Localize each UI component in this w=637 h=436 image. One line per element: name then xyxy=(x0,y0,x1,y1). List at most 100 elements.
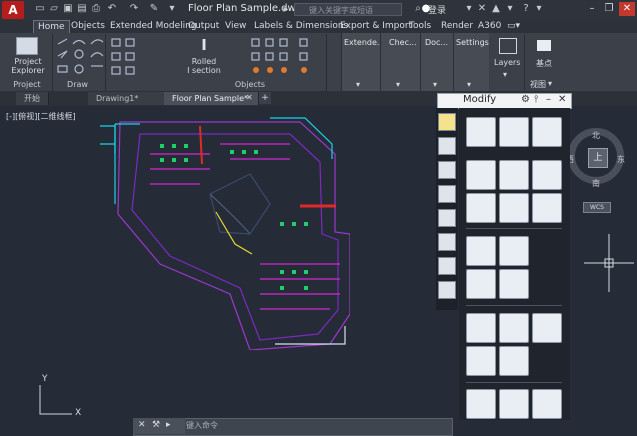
doc-tab-drawing1[interactable]: Drawing1* xyxy=(88,92,165,105)
chevron-down-icon[interactable]: ▾ xyxy=(467,80,471,89)
tab-objects[interactable]: Objects xyxy=(71,20,105,33)
command-prompt-icon[interactable]: ▸ xyxy=(166,420,171,430)
tab-home[interactable]: Home xyxy=(33,20,70,34)
trim-tool-icon[interactable] xyxy=(499,236,529,266)
tab-a360[interactable]: A360 xyxy=(478,20,501,33)
draw-tools[interactable] xyxy=(55,36,105,78)
chevron-down-icon[interactable]: ▾ xyxy=(356,80,360,89)
quick-access-dropdown-icon[interactable]: ▾ xyxy=(166,3,178,15)
save-icon[interactable]: ▣ xyxy=(62,3,74,15)
minimize-palette-icon[interactable]: – xyxy=(546,94,551,105)
search-input[interactable]: 键入关键字或短语 xyxy=(294,3,402,16)
chamfer-tool-icon[interactable] xyxy=(499,269,529,299)
copy-tool-icon[interactable] xyxy=(499,117,529,147)
help-menu-icon[interactable]: ▾ xyxy=(533,3,545,15)
doc-tab-start[interactable]: 开始 xyxy=(16,92,49,105)
open-icon[interactable]: ▱ xyxy=(48,3,60,15)
close-icon[interactable]: ✕ xyxy=(246,93,253,102)
rolled-section-icon[interactable]: I xyxy=(196,38,212,53)
offset-tool-icon[interactable] xyxy=(466,313,496,343)
stretch-tool-icon[interactable] xyxy=(532,117,562,147)
align-tool-icon[interactable] xyxy=(466,346,496,376)
panel-divider xyxy=(326,34,327,91)
gear-icon[interactable]: ⚙ xyxy=(521,94,530,105)
chevron-down-icon[interactable]: ▾ xyxy=(396,80,400,89)
palette-category-tools[interactable] xyxy=(438,137,456,155)
chevron-down-icon[interactable]: ▾ xyxy=(433,80,437,89)
tab-tools[interactable]: Tools xyxy=(409,20,431,33)
solid-edit-tool-icon[interactable] xyxy=(532,389,562,419)
tab-output[interactable]: Output xyxy=(188,20,219,33)
help-icon[interactable]: ? xyxy=(520,3,532,15)
explode-tool-icon[interactable] xyxy=(499,346,529,376)
rotate-3d-tool-icon[interactable] xyxy=(466,193,496,223)
join-tool-icon[interactable] xyxy=(532,313,562,343)
save-as-icon[interactable]: ▤ xyxy=(76,3,88,15)
layers-dropdown-icon[interactable]: ▾ xyxy=(503,70,507,79)
rotate-tool-icon[interactable] xyxy=(466,160,496,190)
new-tab-icon[interactable]: + xyxy=(259,92,271,104)
palette-category-dimension[interactable] xyxy=(438,185,456,203)
doc-tab-floor-plan[interactable]: Floor Plan Sample* xyxy=(164,92,259,105)
a360-icon[interactable]: ▲ xyxy=(490,3,502,15)
compass-north[interactable]: 北 xyxy=(592,130,600,141)
extend-tool-icon[interactable] xyxy=(466,236,496,266)
tab-export-import[interactable]: Export & Import xyxy=(340,20,412,33)
array-tool-icon[interactable] xyxy=(532,160,562,190)
project-explorer-button[interactable]: Project Explorer xyxy=(8,57,48,75)
fillet-tool-icon[interactable] xyxy=(466,269,496,299)
lengthen-tool-icon[interactable] xyxy=(466,389,496,419)
box-3d-tool-icon[interactable] xyxy=(532,193,562,223)
viewcube-top-face[interactable]: 上 xyxy=(588,148,608,168)
minimize-icon[interactable]: – xyxy=(584,2,600,16)
close-palette-icon[interactable]: ✕ xyxy=(558,94,566,105)
new-icon[interactable]: ▭ xyxy=(34,3,46,15)
panel-doc-label: Doc... xyxy=(425,38,449,47)
help-dropdown-icon[interactable]: ▾ xyxy=(504,3,516,15)
exchange-icon[interactable]: ✕ xyxy=(476,3,488,15)
tab-labels-dimensions[interactable]: Labels & Dimensions xyxy=(254,20,348,33)
ribbon-toggle-icon[interactable]: ▭▾ xyxy=(507,20,520,33)
redo-icon[interactable]: ↷ xyxy=(128,3,140,15)
layers-icon[interactable] xyxy=(499,38,517,54)
close-icon[interactable]: ✕ xyxy=(619,2,635,16)
layers-button[interactable]: Layers xyxy=(494,58,520,67)
project-explorer-icon[interactable] xyxy=(16,37,38,55)
wrench-icon[interactable]: ⚒ xyxy=(152,420,160,430)
login-dropdown-icon[interactable]: ▾ xyxy=(463,3,475,15)
tab-extended-modeling[interactable]: Extended Modeling xyxy=(110,20,197,33)
base-point-button[interactable]: 基点 xyxy=(536,58,552,69)
scale-tool-icon[interactable] xyxy=(499,193,529,223)
view-dropdown-icon[interactable]: ▾ xyxy=(548,79,552,88)
rolled-section-button[interactable]: Rolled I section xyxy=(184,57,224,75)
undo-icon[interactable]: ↶ xyxy=(106,3,118,15)
palette-category-document[interactable] xyxy=(438,257,456,275)
application-menu-button[interactable]: A xyxy=(2,1,24,19)
modify-palette-header[interactable] xyxy=(437,93,572,109)
compass-east[interactable]: 东 xyxy=(617,154,625,165)
base-point-icon[interactable] xyxy=(537,40,551,51)
pin-icon[interactable]: ⫯ xyxy=(534,94,538,105)
command-input[interactable]: 键入命令 xyxy=(186,420,218,431)
compass-south[interactable]: 南 xyxy=(592,178,600,189)
mirror-tool-icon[interactable] xyxy=(499,160,529,190)
palette-category-section[interactable] xyxy=(438,161,456,179)
palette-category-copy[interactable] xyxy=(438,233,456,251)
match-properties-icon[interactable]: ✎ xyxy=(148,3,160,15)
break-tool-icon[interactable] xyxy=(499,313,529,343)
viewport-controls-label[interactable]: [-][俯视][二维线框] xyxy=(6,111,76,122)
object-tools[interactable] xyxy=(110,36,180,78)
edit-tools[interactable] xyxy=(248,36,318,78)
login-link[interactable]: 登录 xyxy=(428,3,446,16)
tab-view[interactable]: View xyxy=(225,20,246,33)
edit-polyline-tool-icon[interactable] xyxy=(499,389,529,419)
close-icon[interactable]: ✕ xyxy=(138,420,146,430)
move-tool-icon[interactable] xyxy=(466,117,496,147)
palette-category-notes[interactable] xyxy=(438,281,456,299)
tab-render[interactable]: Render xyxy=(441,20,473,33)
wcs-menu[interactable]: WCS xyxy=(583,202,611,213)
print-icon[interactable]: ⎙ xyxy=(90,3,102,15)
palette-category-hatch[interactable] xyxy=(438,209,456,227)
restore-icon[interactable]: ❐ xyxy=(601,2,617,16)
palette-category-draw[interactable] xyxy=(438,113,456,131)
